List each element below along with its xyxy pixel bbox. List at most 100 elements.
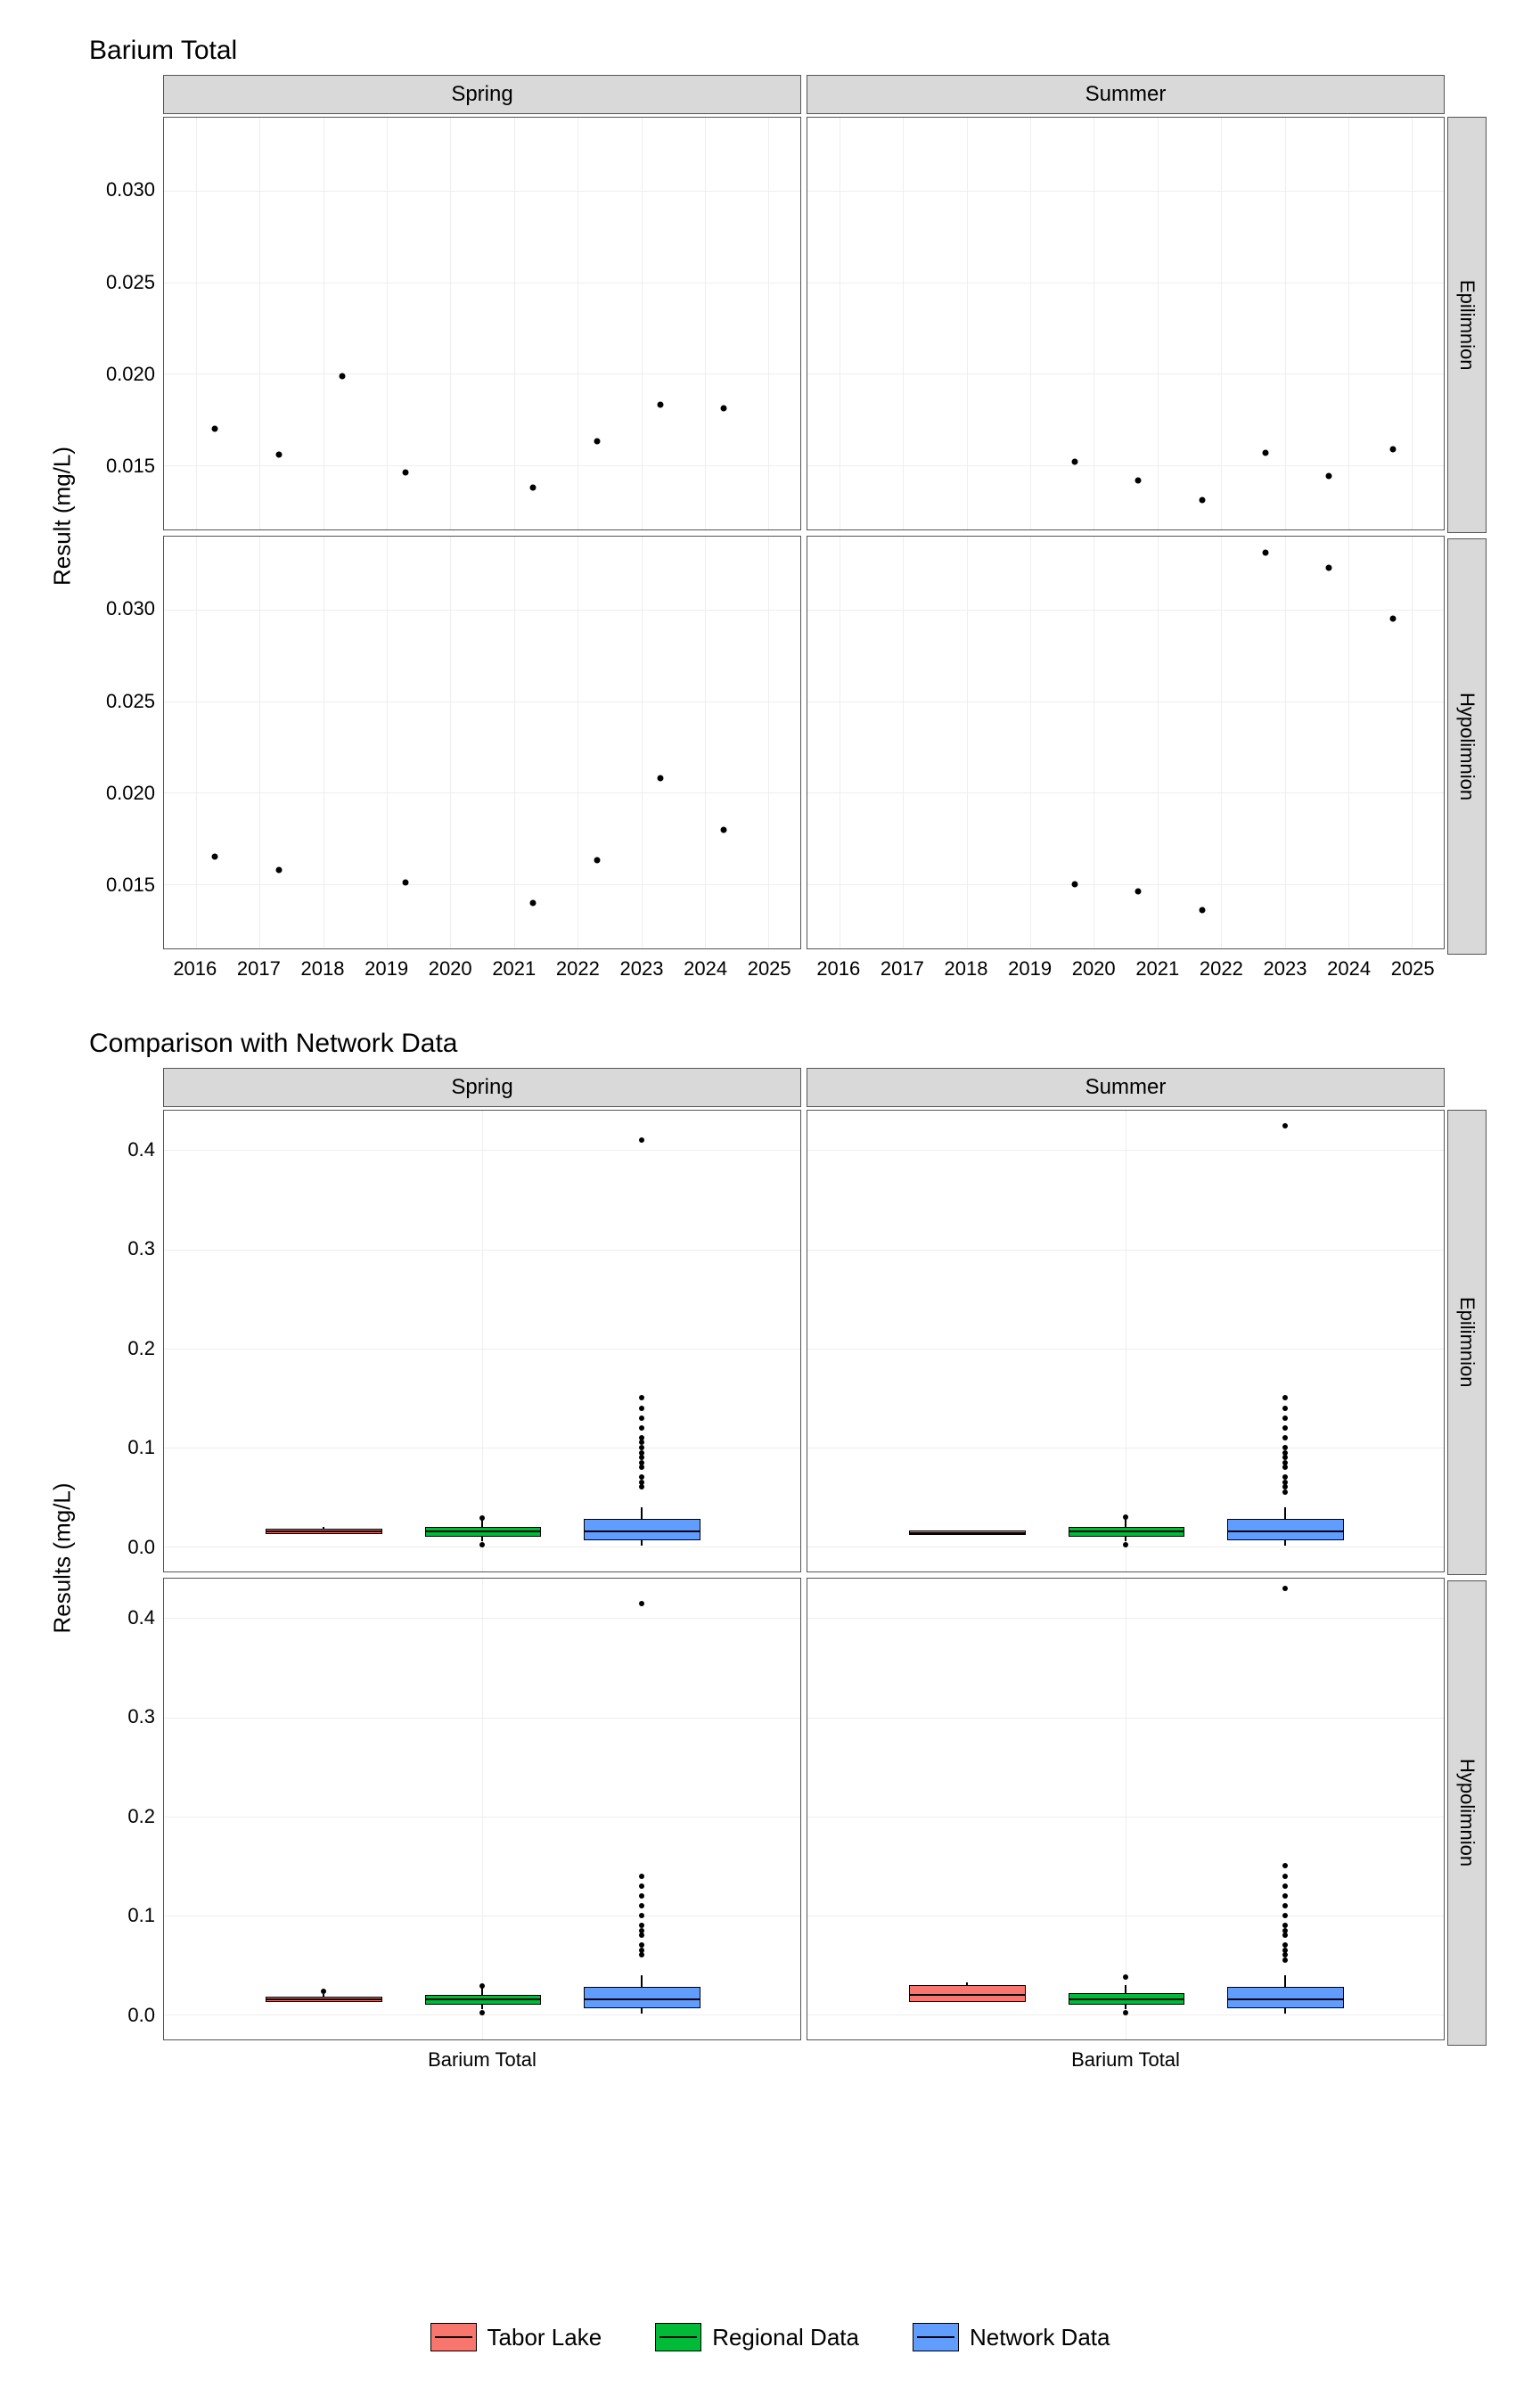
- box-panel: [163, 1578, 801, 2040]
- ytick: 0.4: [127, 1606, 155, 1629]
- outlier-point: [1282, 1942, 1288, 1948]
- outlier-point: [639, 1480, 644, 1485]
- data-point: [1199, 497, 1205, 504]
- scatter-panel: [807, 536, 1445, 949]
- xtick: 2021: [1135, 957, 1179, 981]
- ytick: 0.030: [106, 178, 155, 201]
- outlier-point: [639, 1948, 644, 1953]
- legend-item-tabor: Tabor Lake: [430, 2323, 602, 2351]
- ytick: 0.2: [127, 1337, 155, 1360]
- outlier-point: [1282, 1484, 1288, 1489]
- ytick: 0.015: [106, 455, 155, 478]
- ytick: 0.2: [127, 1805, 155, 1828]
- outlier-point: [479, 1515, 485, 1521]
- boxplot-box: [1227, 1987, 1344, 2008]
- outlier-point: [1282, 1425, 1288, 1431]
- facet-row-strip: Hypolimnion: [1447, 538, 1487, 955]
- facet-row-strip: Epilimnion: [1447, 117, 1487, 533]
- box-panel: [163, 1110, 801, 1572]
- outlier-point: [639, 1883, 644, 1889]
- xtick: 2022: [1200, 957, 1243, 981]
- data-point: [530, 484, 537, 490]
- facet-row-strip: Hypolimnion: [1447, 1580, 1487, 2046]
- xtick: 2021: [492, 957, 536, 981]
- outlier-point: [639, 1484, 644, 1489]
- legend: Tabor Lake Regional Data Network Data: [0, 2323, 1540, 2351]
- ytick: 0.030: [106, 597, 155, 620]
- ytick: 0.0: [127, 1536, 155, 1559]
- box-panel: [807, 1110, 1445, 1572]
- data-point: [530, 899, 537, 906]
- data-point: [275, 451, 282, 457]
- data-point: [212, 854, 218, 860]
- facet-row-strip: Epilimnion: [1447, 1110, 1487, 1575]
- ytick: 0.020: [106, 363, 155, 386]
- xtick: 2024: [684, 957, 727, 981]
- outlier-point: [639, 1450, 644, 1456]
- outlier-point: [1282, 1874, 1288, 1879]
- outlier-point: [639, 1474, 644, 1480]
- xtick: 2018: [301, 957, 345, 981]
- boxplot-box: [909, 1985, 1026, 2002]
- data-point: [1263, 449, 1269, 455]
- ytick: 0.020: [106, 782, 155, 805]
- xtick: 2018: [945, 957, 988, 981]
- outlier-point: [1282, 1489, 1288, 1495]
- ytick: 0.1: [127, 1904, 155, 1927]
- facet-col-strip: Spring: [163, 75, 801, 114]
- yaxis-label-top: Result (mg/L): [49, 447, 77, 586]
- outlier-point: [1282, 1474, 1288, 1480]
- boxplot-box: [425, 1527, 542, 1537]
- boxplot-box: [1069, 1993, 1185, 2005]
- data-point: [1389, 446, 1396, 452]
- ytick: 0.1: [127, 1436, 155, 1459]
- outlier-point: [1282, 1957, 1288, 1963]
- outlier-point: [639, 1137, 644, 1143]
- ytick: 0.0: [127, 2004, 155, 2027]
- data-point: [1326, 473, 1332, 480]
- legend-item-regional: Regional Data: [655, 2323, 859, 2351]
- outlier-point: [1282, 1928, 1288, 1933]
- outlier-point: [639, 1874, 644, 1879]
- outlier-point: [639, 1913, 644, 1918]
- boxplot-box: [266, 1529, 382, 1534]
- data-point: [403, 880, 409, 886]
- outlier-point: [639, 1923, 644, 1928]
- legend-item-network: Network Data: [913, 2323, 1110, 2351]
- boxplot-box: [584, 1987, 700, 2008]
- ytick: 0.025: [106, 271, 155, 294]
- xtick: Barium Total: [1071, 2048, 1180, 2072]
- data-point: [403, 470, 409, 476]
- outlier-point: [639, 1460, 644, 1465]
- xtick: 2017: [237, 957, 281, 981]
- outlier-point: [1282, 1395, 1288, 1400]
- data-point: [1263, 550, 1269, 556]
- xtick: 2016: [816, 957, 860, 981]
- xtick: 2022: [556, 957, 600, 981]
- outlier-point: [1282, 1415, 1288, 1421]
- outlier-point: [479, 1542, 485, 1547]
- facet-col-strip: Summer: [807, 1068, 1445, 1107]
- ytick: 0.015: [106, 874, 155, 897]
- outlier-point: [1282, 1455, 1288, 1460]
- outlier-point: [639, 1952, 644, 1957]
- facet-col-strip: Summer: [807, 75, 1445, 114]
- outlier-point: [1123, 1514, 1128, 1520]
- outlier-point: [639, 1932, 644, 1938]
- xtick: 2019: [365, 957, 408, 981]
- outlier-point: [639, 1893, 644, 1899]
- outlier-point: [639, 1465, 644, 1470]
- outlier-point: [1282, 1863, 1288, 1868]
- outlier-point: [639, 1435, 644, 1440]
- data-point: [657, 402, 663, 408]
- outlier-point: [1282, 1465, 1288, 1470]
- data-point: [1135, 889, 1142, 895]
- data-point: [1135, 477, 1142, 483]
- outlier-point: [639, 1455, 644, 1460]
- scatter-panel: [163, 117, 801, 530]
- data-point: [339, 373, 345, 379]
- outlier-point: [1282, 1923, 1288, 1928]
- boxplot-box: [909, 1530, 1026, 1534]
- outlier-point: [1282, 1913, 1288, 1918]
- data-point: [1199, 907, 1205, 913]
